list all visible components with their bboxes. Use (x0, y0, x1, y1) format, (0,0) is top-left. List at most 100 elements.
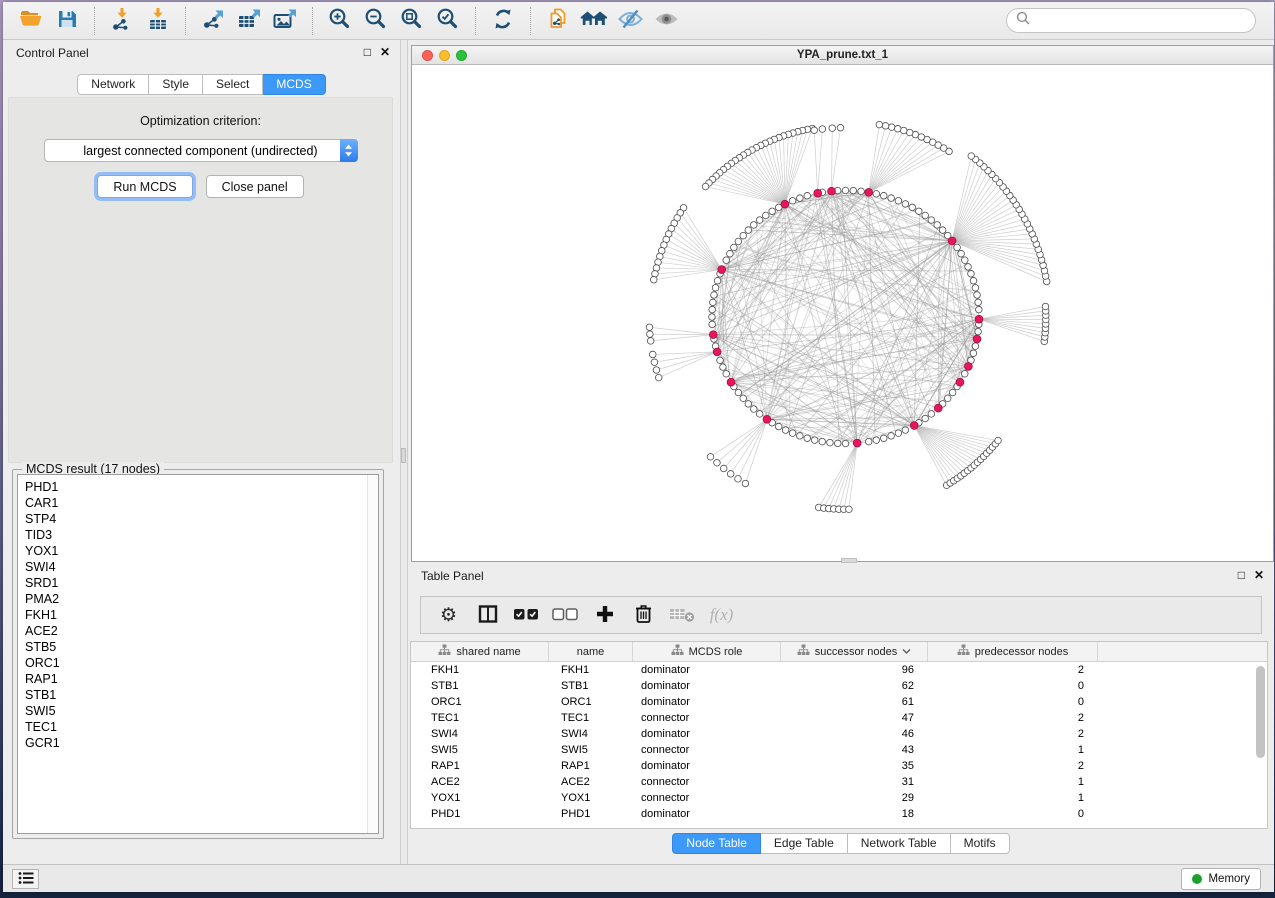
mcds-hub-node[interactable] (853, 439, 861, 447)
network-node[interactable] (819, 438, 826, 445)
network-node[interactable] (649, 351, 656, 358)
network-node[interactable] (954, 244, 961, 251)
network-canvas[interactable] (412, 65, 1273, 561)
zoom-selected-button[interactable] (430, 6, 466, 36)
network-node[interactable] (970, 277, 977, 284)
result-list-scrollbar[interactable] (367, 475, 378, 833)
tab-mcds[interactable]: MCDS (263, 74, 325, 95)
table-row[interactable]: TEC1TEC1connector472 (411, 710, 1267, 726)
save-session-button[interactable] (49, 6, 85, 36)
network-node[interactable] (751, 222, 758, 229)
open-file-button[interactable] (13, 6, 49, 36)
network-node[interactable] (1042, 303, 1049, 310)
network-node[interactable] (727, 250, 734, 257)
network-node[interactable] (731, 244, 738, 251)
network-node[interactable] (717, 357, 724, 364)
float-panel-icon[interactable]: □ (364, 45, 371, 59)
mcds-result-item[interactable]: PHD1 (25, 479, 378, 495)
network-node[interactable] (769, 208, 776, 215)
network-node[interactable] (961, 370, 968, 377)
network-node[interactable] (974, 292, 981, 299)
network-node[interactable] (775, 423, 782, 430)
refresh-layout-button[interactable] (485, 6, 521, 36)
network-node[interactable] (876, 121, 883, 128)
network-node[interactable] (650, 276, 657, 283)
mcds-hub-node[interactable] (973, 335, 981, 343)
column-header-successor-nodes[interactable]: successor nodes (781, 642, 928, 661)
column-header-MCDS-role[interactable]: MCDS role (633, 642, 781, 661)
network-node[interactable] (646, 324, 653, 331)
network-node[interactable] (972, 284, 979, 291)
mcds-result-item[interactable]: TEC1 (25, 719, 378, 735)
network-node[interactable] (827, 439, 834, 446)
mcds-hub-node[interactable] (718, 266, 726, 274)
network-node[interactable] (965, 264, 972, 271)
network-node[interactable] (751, 406, 758, 413)
table-scrollbar[interactable] (1254, 663, 1267, 827)
network-node[interactable] (647, 331, 654, 338)
network-node[interactable] (742, 480, 749, 487)
vertical-splitter[interactable] (400, 40, 408, 864)
network-node[interactable] (976, 306, 983, 313)
network-node[interactable] (842, 187, 849, 194)
network-node[interactable] (653, 367, 660, 374)
mcds-result-list[interactable]: PHD1CAR1STP4TID3YOX1SWI4SRD1PMA2FKH1ACE2… (17, 474, 379, 834)
network-node[interactable] (975, 299, 982, 306)
import-table-button[interactable] (140, 6, 176, 36)
search-box[interactable] (1006, 8, 1256, 33)
table-row[interactable]: ORC1ORC1dominator610 (411, 694, 1267, 710)
close-panel-button[interactable]: Close panel (206, 175, 304, 198)
mcds-result-item[interactable]: SRD1 (25, 575, 378, 591)
network-node[interactable] (804, 192, 811, 199)
mcds-hub-node[interactable] (910, 422, 918, 430)
network-node[interactable] (906, 129, 913, 136)
zoom-in-button[interactable] (322, 6, 358, 36)
network-node[interactable] (720, 364, 727, 371)
network-node[interactable] (709, 306, 716, 313)
network-node[interactable] (928, 411, 935, 418)
network-node[interactable] (939, 227, 946, 234)
network-node[interactable] (723, 370, 730, 377)
network-node[interactable] (882, 123, 889, 130)
mcds-hub-node[interactable] (781, 200, 789, 208)
network-node[interactable] (735, 238, 742, 245)
close-panel-icon[interactable]: ✕ (380, 45, 390, 59)
mcds-hub-node[interactable] (956, 378, 964, 386)
create-column-button[interactable] (585, 600, 624, 630)
column-header-name[interactable]: name (549, 642, 633, 661)
network-node[interactable] (909, 204, 916, 211)
network-node[interactable] (756, 217, 763, 224)
table-row[interactable]: SWI5SWI5connector431 (411, 742, 1267, 758)
tab-network[interactable]: Network (77, 74, 149, 95)
mcds-result-item[interactable]: TID3 (25, 527, 378, 543)
network-node[interactable] (975, 328, 982, 335)
table-row[interactable]: SWI4SWI4dominator462 (411, 726, 1267, 742)
network-node[interactable] (756, 411, 763, 418)
network-node[interactable] (873, 191, 880, 198)
export-network-button[interactable] (195, 6, 231, 36)
mcds-hub-node[interactable] (964, 363, 972, 371)
network-node[interactable] (702, 183, 709, 190)
network-node[interactable] (709, 314, 716, 321)
network-node[interactable] (797, 195, 804, 202)
mcds-result-item[interactable]: YOX1 (25, 543, 378, 559)
close-panel-icon[interactable]: ✕ (1254, 568, 1264, 582)
table-row[interactable]: ACE2ACE2connector311 (411, 774, 1267, 790)
network-node[interactable] (712, 284, 719, 291)
network-node[interactable] (968, 153, 975, 160)
network-node[interactable] (710, 299, 717, 306)
network-node[interactable] (735, 389, 742, 396)
hide-selected-button[interactable] (612, 6, 648, 36)
network-node[interactable] (928, 217, 935, 224)
network-node[interactable] (720, 465, 727, 472)
network-node[interactable] (895, 198, 902, 205)
tab-network-table[interactable]: Network Table (848, 833, 951, 854)
network-node[interactable] (707, 454, 714, 461)
mcds-hub-node[interactable] (934, 404, 942, 412)
network-node[interactable] (829, 125, 836, 132)
duplicate-network-button[interactable] (540, 6, 576, 36)
table-row[interactable]: YOX1YOX1connector291 (411, 790, 1267, 806)
network-node[interactable] (745, 401, 752, 408)
network-node[interactable] (811, 437, 818, 444)
tab-style[interactable]: Style (149, 74, 203, 95)
